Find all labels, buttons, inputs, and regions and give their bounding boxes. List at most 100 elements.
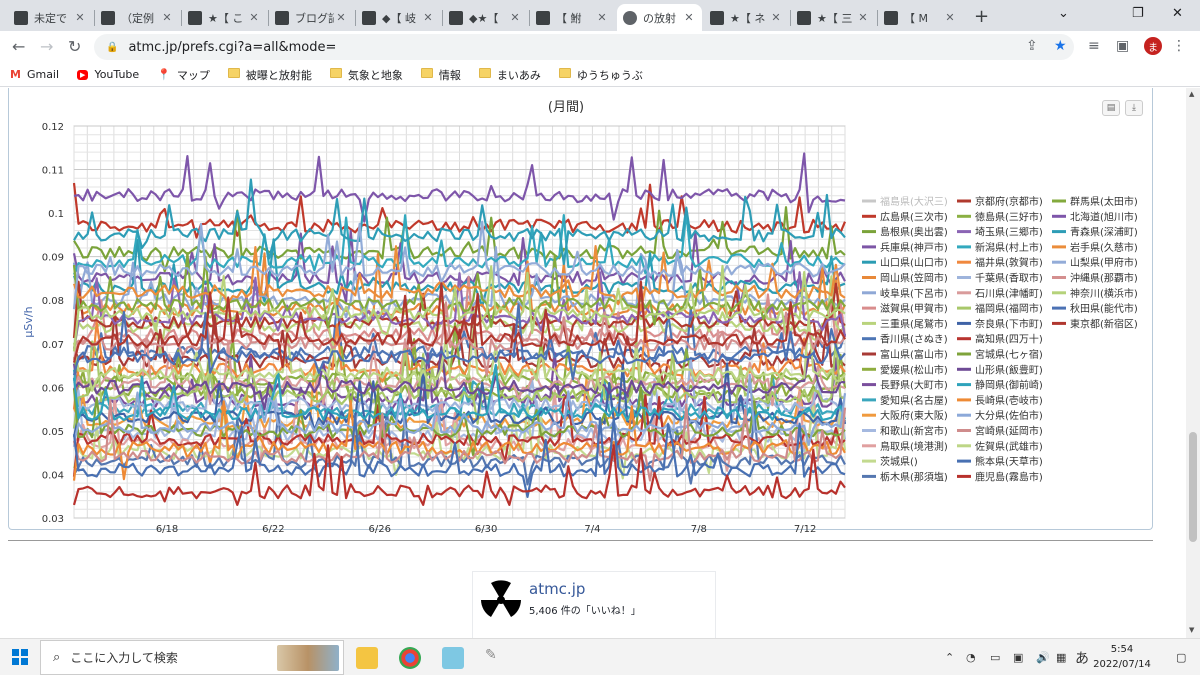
menu-icon[interactable]: ⋮ [1172,38,1186,54]
legend-item[interactable]: 石川県(津幡町) [975,287,1043,300]
legend-item[interactable]: 鳥取県(境港測) [880,440,948,453]
network-icon[interactable]: ▣ [1013,651,1023,664]
tab-close-icon[interactable]: ✕ [160,11,174,24]
reload-button[interactable]: ↻ [68,37,81,56]
ime-indicator[interactable]: あ [1075,648,1089,668]
legend-item[interactable]: 愛媛県(松山市) [880,363,948,376]
bookmark-item[interactable]: ゆうちゅうぶ [558,67,643,83]
browser-tab[interactable]: ブログ記 ✕ [269,4,354,31]
legend-item[interactable]: 岐阜県(下呂市) [880,287,948,300]
legend-item[interactable]: 香川県(さぬき) [880,334,948,346]
legend-item[interactable]: 茨城県() [880,455,918,468]
facebook-page-widget[interactable]: atmc.jp 5,406 件の「いいね！」 [472,571,716,638]
legend-item[interactable]: 宮城県(七ヶ宿) [975,348,1043,361]
ime-mode-icon[interactable]: ▦ [1056,651,1066,664]
tab-close-icon[interactable]: ✕ [247,11,261,24]
battery-icon[interactable]: ▭ [990,651,1000,664]
app-icon[interactable] [442,647,464,669]
legend-item[interactable]: 山梨県(甲府市) [1070,256,1138,269]
bookmark-item[interactable]: まいあみ [478,67,541,83]
browser-tab[interactable]: ★【 こ ✕ [182,4,267,31]
bookmark-item[interactable]: 📍 マップ [157,67,210,83]
tab-close-icon[interactable]: ✕ [943,11,957,24]
legend-item[interactable]: 愛知県(名古屋) [880,394,948,407]
tab-close-icon[interactable]: ✕ [595,11,609,24]
tab-close-icon[interactable]: ✕ [769,11,783,24]
scroll-thumb[interactable] [1189,432,1197,542]
legend-item[interactable]: 和歌山(新宮市) [880,425,948,438]
notification-center-icon[interactable]: ▢ [1176,651,1186,664]
tab-close-icon[interactable]: ✕ [508,11,522,24]
minimize-button[interactable]: ⌄ [1058,6,1069,21]
reading-list-icon[interactable]: ≡ [1088,38,1100,54]
legend-item[interactable]: 埼玉県(三郷市) [975,226,1043,239]
browser-tab[interactable]: 未定で ✕ [8,4,93,31]
legend-item[interactable]: 佐賀県(武雄市) [975,440,1043,453]
legend-item[interactable]: 鹿児島(霧島市) [975,470,1043,483]
legend-item[interactable]: 宮崎県(延岡市) [975,425,1043,438]
legend-item[interactable]: 奈良県(下市町) [975,317,1043,330]
browser-tab[interactable]: の放射 ✕ [617,4,702,31]
system-clock[interactable]: 5:54 2022/07/14 [1092,642,1152,672]
legend-item[interactable]: 三重県(尾鷲市) [880,317,948,330]
legend-item[interactable]: 福井県(敦賀市) [975,256,1043,269]
back-button[interactable]: ← [12,37,25,56]
legend-item[interactable]: 千葉県(香取市) [975,272,1043,285]
legend-item[interactable]: 山口県(山口市) [880,256,948,269]
notification-icon[interactable]: ◔ [966,651,976,664]
legend-item[interactable]: 岩手県(久慈市) [1070,241,1138,254]
tab-close-icon[interactable]: ✕ [421,11,435,24]
chevron-up-icon[interactable]: ⌃ [945,651,954,664]
legend-item[interactable]: 兵庫県(神戸市) [880,241,948,254]
windows-start-icon[interactable] [12,649,28,665]
legend-item[interactable]: 岡山県(笠岡市) [880,272,948,285]
address-bar[interactable]: 🔒 atmc.jp/prefs.cgi?a=all&mode= [94,34,1074,60]
legend-item[interactable]: 滋賀県(甲賀市) [880,302,948,315]
legend-item[interactable]: 高知県(四万十) [975,333,1043,346]
legend-item[interactable]: 北海道(旭川市) [1070,210,1138,223]
legend-item[interactable]: 京都府(京都市) [975,195,1043,208]
file-explorer-icon[interactable] [356,647,378,669]
browser-tab[interactable]: 【 鮒 ✕ [530,4,615,31]
legend-item[interactable]: 徳島県(三好市) [975,210,1043,223]
speaker-icon[interactable]: 🔊 [1036,651,1050,664]
browser-tab[interactable]: ◆【 岐 ✕ [356,4,441,31]
tab-close-icon[interactable]: ✕ [682,11,696,24]
share-icon[interactable]: ⇪ [1026,38,1038,54]
tab-close-icon[interactable]: ✕ [334,11,348,24]
legend-item[interactable]: 新潟県(村上市) [975,241,1043,254]
maximize-button[interactable]: ❐ [1132,6,1144,21]
bookmark-item[interactable]: 情報 [420,67,461,83]
legend-item[interactable]: 神奈川(横浜市) [1070,287,1138,300]
facebook-page-name[interactable]: atmc.jp [529,580,585,598]
legend-item[interactable]: 秋田県(能代市) [1070,302,1138,315]
side-panel-icon[interactable]: ▣ [1116,38,1129,54]
close-window-button[interactable]: ✕ [1172,6,1183,21]
legend-item[interactable]: 長野県(大町市) [880,379,948,392]
avatar[interactable]: ま [1144,37,1162,55]
page-scrollbar[interactable]: ▲ ▼ [1186,88,1200,638]
browser-tab[interactable]: （定例 ✕ [95,4,180,31]
browser-tab[interactable]: ◆★【 ✕ [443,4,528,31]
tab-close-icon[interactable]: ✕ [856,11,870,24]
scroll-up-icon[interactable]: ▲ [1189,90,1194,98]
bookmark-item[interactable]: 気象と地象 [329,67,403,83]
legend-item[interactable]: 青森県(深浦町) [1070,226,1138,239]
legend-item[interactable]: 大阪府(東大阪) [880,409,948,422]
forward-button[interactable]: → [40,37,53,56]
bookmark-item[interactable]: 被曝と放射能 [227,67,312,83]
legend-item[interactable]: 山形県(飯豊町) [975,363,1043,376]
taskbar-search-box[interactable]: ⌕ ここに入力して検索 [40,640,344,675]
browser-tab[interactable]: ★【 三 ✕ [791,4,876,31]
legend-item[interactable]: 富山県(富山市) [880,348,948,361]
legend-item[interactable]: 静岡県(御前崎) [975,379,1043,392]
pen-app-icon[interactable]: ✎ [485,647,507,669]
legend-item[interactable]: 東京都(新宿区) [1070,317,1138,330]
browser-tab[interactable]: ★【 ネ ✕ [704,4,789,31]
chrome-icon[interactable] [399,647,421,669]
scroll-down-icon[interactable]: ▼ [1189,626,1194,634]
legend-item[interactable]: 大分県(佐伯市) [975,409,1043,422]
bookmark-star-icon[interactable]: ★ [1054,38,1067,54]
legend-item[interactable]: 熊本県(天草市) [975,455,1043,468]
legend-item[interactable]: 長崎県(壱岐市) [975,394,1043,407]
